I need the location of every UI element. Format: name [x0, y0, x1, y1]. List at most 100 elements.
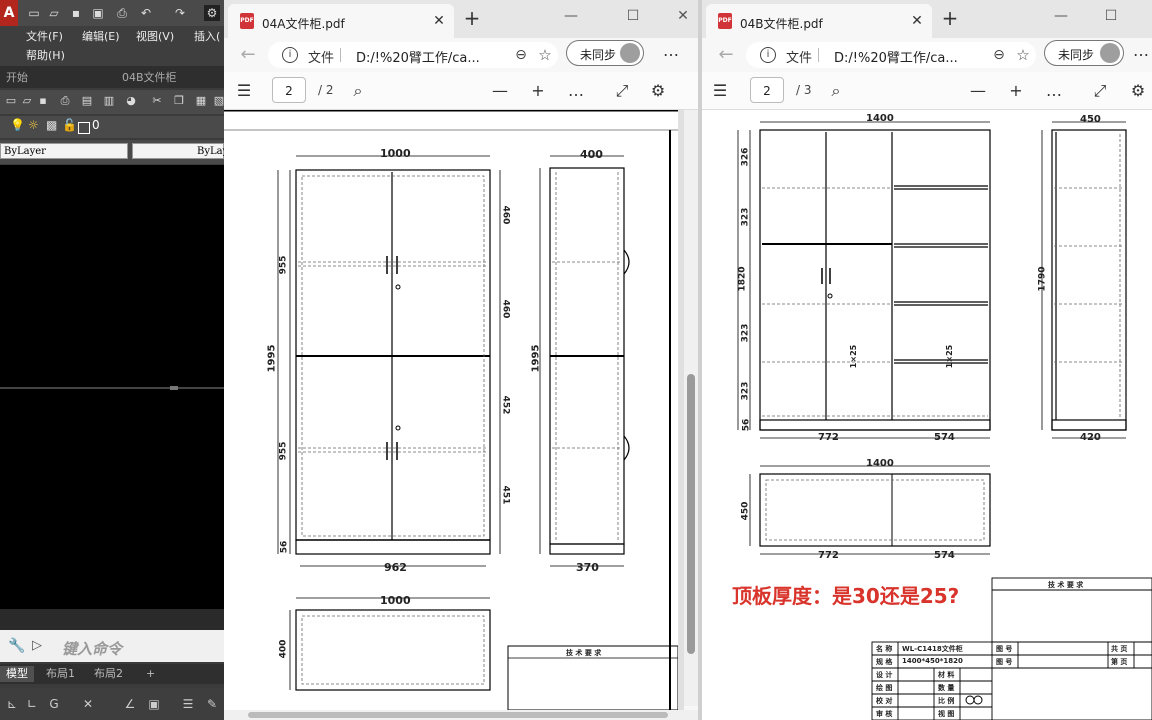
menu-view[interactable]: 视图(V) — [136, 28, 174, 44]
page-number-input[interactable]: 2 — [750, 77, 784, 103]
back-icon[interactable]: ← — [238, 45, 258, 65]
search-icon[interactable]: ⌕ — [348, 81, 368, 101]
zoom-icon[interactable]: ⊖ — [990, 46, 1008, 64]
horizontal-scrollbar[interactable] — [224, 710, 698, 720]
current-layer[interactable]: 0 — [92, 118, 100, 132]
address-box[interactable]: i 文件 D:/!%20臂工作/ca... ⊖ ☆ — [268, 42, 558, 68]
select-cycle-icon[interactable]: ▣ — [146, 696, 162, 712]
browser-tab[interactable]: PDF 04A文件柜.pdf ✕ — [228, 4, 454, 38]
model-space-icon[interactable]: ⊾ — [4, 696, 20, 712]
menu-file[interactable]: 文件(F) — [26, 28, 63, 44]
pdf-viewer[interactable]: 1400 326 323 1820 323 323 56 1×25 1×25 7… — [702, 110, 1152, 720]
lineweight-icon[interactable]: ∠ — [122, 696, 138, 712]
annotation-icon[interactable]: ☰ — [180, 696, 196, 712]
search-icon[interactable]: ⌕ — [826, 81, 846, 101]
page-number-input[interactable]: 2 — [272, 77, 306, 103]
new-tab-icon[interactable]: + — [940, 8, 960, 28]
menu-edit[interactable]: 编辑(E) — [82, 28, 120, 44]
divider-handle[interactable] — [170, 386, 178, 390]
linetype-combo[interactable]: ByLayer — [132, 143, 224, 159]
preview-icon[interactable]: ▤ — [80, 94, 94, 108]
contents-icon[interactable]: ☰ — [710, 81, 730, 101]
zoom-icon[interactable]: ⊖ — [512, 46, 530, 64]
browser-tab[interactable]: PDF 04B文件柜.pdf ✕ — [706, 4, 932, 38]
maximize-icon[interactable]: ☐ — [618, 6, 648, 26]
tab-start[interactable]: 开始 — [0, 69, 34, 86]
h-scroll-thumb[interactable] — [248, 712, 668, 718]
osnap-icon[interactable]: ✕ — [80, 696, 96, 712]
polar-icon[interactable]: G — [46, 696, 62, 712]
sync-button[interactable]: 未同步 — [1044, 40, 1124, 66]
zoom-in-icon[interactable]: + — [1006, 81, 1026, 101]
favorites-icon[interactable]: ☆ — [536, 46, 554, 64]
color-combo[interactable]: ByLayer — [0, 143, 128, 159]
command-prompt-icon[interactable]: ▷ — [32, 638, 42, 653]
isolate-icon[interactable]: ✎ — [204, 696, 220, 712]
tab-layout1[interactable]: 布局1 — [40, 666, 81, 682]
render-icon[interactable]: ◕ — [124, 94, 138, 108]
zoom-out-icon[interactable]: — — [968, 81, 988, 101]
more-menu-icon[interactable]: … — [660, 43, 682, 64]
app-menu-button[interactable]: A — [0, 0, 18, 26]
layer-viewport-icon[interactable]: ▩ — [46, 118, 57, 132]
tab-04b[interactable]: 04B文件柜 — [116, 69, 183, 86]
print-icon[interactable]: ⎙ — [114, 5, 130, 21]
new-icon[interactable]: ▭ — [4, 94, 18, 108]
url-text[interactable]: D:/!%20臂工作/ca... — [834, 47, 984, 66]
undo-icon[interactable]: ↶ — [138, 5, 154, 21]
save-icon[interactable]: ▪ — [36, 94, 50, 108]
zoom-in-icon[interactable]: + — [528, 81, 548, 101]
layer-lock-icon[interactable]: 🔓 — [62, 118, 77, 132]
favorites-icon[interactable]: ☆ — [1014, 46, 1032, 64]
new-icon[interactable]: ▭ — [26, 5, 42, 21]
fit-page-icon[interactable]: ⤢ — [1090, 81, 1110, 101]
open-icon[interactable]: ▱ — [46, 5, 62, 21]
close-tab-icon[interactable]: ✕ — [430, 12, 448, 30]
workspace-gear-icon[interactable]: ⚙ — [204, 5, 220, 21]
fit-page-icon[interactable]: ⤢ — [612, 81, 632, 101]
minimize-icon[interactable]: — — [556, 6, 586, 26]
layer-on-icon[interactable]: 💡 — [10, 118, 25, 132]
tab-layout2[interactable]: 布局2 — [88, 666, 129, 682]
address-box[interactable]: i 文件 D:/!%20臂工作/ca... ⊖ ☆ — [746, 42, 1036, 68]
scroll-thumb[interactable] — [687, 374, 695, 654]
back-icon[interactable]: ← — [716, 45, 736, 65]
saveas-icon[interactable]: ▣ — [90, 5, 106, 21]
info-icon[interactable]: i — [282, 47, 298, 63]
contents-icon[interactable]: ☰ — [234, 81, 254, 101]
close-tab-icon[interactable]: ✕ — [908, 12, 926, 30]
save-icon[interactable]: ▪ — [68, 5, 84, 21]
match-properties-icon[interactable]: ▧ — [212, 94, 224, 108]
more-tools-icon[interactable]: … — [566, 81, 586, 101]
new-tab-icon[interactable]: + — [462, 8, 482, 28]
layer-freeze-icon[interactable]: ☼ — [28, 118, 39, 132]
sync-button[interactable]: 未同步 — [566, 40, 644, 66]
tab-model[interactable]: 模型 — [0, 666, 34, 682]
maximize-icon[interactable]: ☐ — [1096, 6, 1126, 26]
minimize-icon[interactable]: — — [1046, 6, 1076, 26]
paste-icon[interactable]: ▦ — [194, 94, 208, 108]
more-menu-icon[interactable]: … — [1130, 43, 1152, 64]
menu-insert[interactable]: 插入( — [194, 28, 220, 44]
pdf-viewer[interactable]: 1000 1995 955 955 56 460 460 452 451 962… — [224, 110, 684, 710]
redo-icon[interactable]: ↷ — [172, 5, 188, 21]
print-icon[interactable]: ⎙ — [58, 94, 72, 108]
command-input[interactable]: 键入命令 — [62, 638, 122, 659]
settings-gear-icon[interactable]: ⚙ — [648, 81, 668, 101]
publish-icon[interactable]: ▥ — [102, 94, 116, 108]
url-text[interactable]: D:/!%20臂工作/ca... — [356, 47, 506, 66]
close-window-icon[interactable]: ✕ — [668, 6, 698, 26]
vertical-scrollbar[interactable] — [684, 110, 698, 706]
settings-gear-icon[interactable]: ⚙ — [1128, 81, 1148, 101]
menu-help[interactable]: 帮助(H) — [26, 47, 65, 63]
wrench-icon[interactable]: 🔧 — [8, 638, 25, 654]
drawing-canvas[interactable] — [0, 165, 224, 609]
copy-icon[interactable]: ❐ — [172, 94, 186, 108]
cut-icon[interactable]: ✂ — [150, 94, 164, 108]
open-icon[interactable]: ▱ — [20, 94, 34, 108]
add-layout-button[interactable]: + — [140, 666, 161, 682]
info-icon[interactable]: i — [760, 47, 776, 63]
ortho-icon[interactable]: ∟ — [24, 696, 40, 712]
zoom-out-icon[interactable]: — — [490, 81, 510, 101]
more-tools-icon[interactable]: … — [1044, 81, 1064, 101]
